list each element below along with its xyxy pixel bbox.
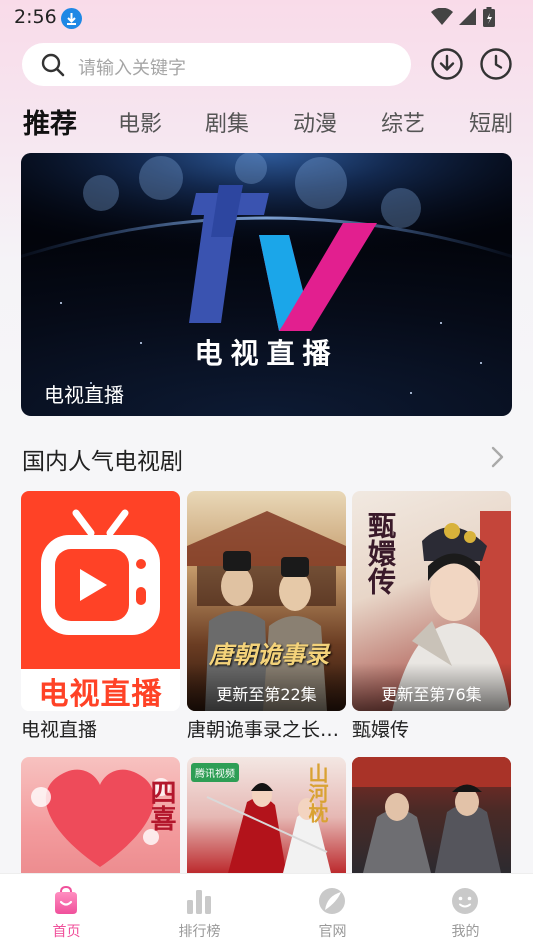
category-tabs: 推荐 电影 剧集 动漫 综艺 短剧 (0, 100, 533, 142)
poster-live-tv: 电视直播 (21, 491, 180, 711)
live-tv-banner[interactable]: 电视直播 电视直播 (21, 153, 512, 416)
drama-card-partial[interactable] (352, 757, 511, 877)
card-title: 甄嬛传 (352, 719, 410, 741)
nav-ranking-label: 排行榜 (178, 924, 221, 940)
tab-series[interactable]: 剧集 (205, 106, 249, 138)
history-icon[interactable] (479, 47, 513, 81)
tab-variety[interactable]: 综艺 (381, 106, 425, 138)
card-title: 电视直播 (21, 719, 98, 741)
wifi-icon (431, 8, 453, 25)
drama-card-partial[interactable]: 四喜 (21, 757, 180, 877)
tv-logo-artwork (21, 153, 512, 394)
drama-card[interactable]: 电视直播 电视直播 (21, 491, 180, 742)
drama-card[interactable]: 唐朝诡事录 更新至第22集 唐朝诡事录之长… (187, 491, 346, 742)
search-placeholder: 请输入关键字 (78, 58, 186, 79)
tab-anime[interactable]: 动漫 (293, 106, 337, 138)
status-icons (431, 7, 495, 27)
poster-zhen-huan-text: 甄嬛传 (364, 511, 397, 595)
ranking-icon (187, 890, 211, 914)
nav-home[interactable]: 首页 (0, 874, 133, 947)
nav-website-label: 官网 (318, 924, 347, 940)
battery-icon (483, 7, 495, 27)
poster-live-tv-text: 电视直播 (38, 677, 163, 711)
status-time: 2:56 (14, 6, 57, 28)
status-bar: 2:56 (0, 0, 533, 36)
search-icon (41, 53, 65, 77)
card-title: 唐朝诡事录之长… (187, 719, 340, 741)
banner-title: 电视直播 (44, 383, 124, 407)
episode-badge: 更新至第76集 (381, 685, 482, 704)
tab-movie[interactable]: 电影 (118, 106, 162, 138)
drama-card-partial[interactable]: 腾讯视频 山河枕 (187, 757, 346, 877)
home-icon (55, 886, 77, 914)
profile-icon (452, 888, 478, 914)
tab-short-drama[interactable]: 短剧 (469, 106, 513, 138)
episode-badge: 更新至第22集 (216, 685, 317, 704)
banner-logo-caption: 电视直播 (194, 337, 339, 370)
search-input[interactable]: 请输入关键字 (22, 43, 411, 86)
nav-home-label: 首页 (52, 924, 81, 940)
drama-card[interactable]: 甄嬛传 更新至第76集 甄嬛传 (352, 491, 511, 742)
poster-shan-he-text: 山河枕 (305, 763, 329, 823)
poster-four-happiness-text: 四喜 (146, 779, 176, 831)
poster-zhen-huan: 甄嬛传 更新至第76集 (352, 491, 511, 711)
source-tag: 腾讯视频 (191, 763, 239, 782)
download-notification-icon (61, 8, 82, 29)
tab-recommend[interactable]: 推荐 (23, 102, 77, 141)
poster-tang-dynasty: 唐朝诡事录 更新至第22集 (187, 491, 346, 711)
nav-profile[interactable]: 我的 (399, 874, 532, 947)
signal-icon (459, 8, 476, 25)
nav-website[interactable]: 官网 (266, 874, 399, 947)
nav-ranking[interactable]: 排行榜 (133, 874, 266, 947)
bottom-nav: 首页 排行榜 官网 我的 (0, 873, 533, 947)
section-title: 国内人气电视剧 (22, 449, 183, 475)
chevron-right-icon[interactable] (490, 446, 504, 468)
website-icon (319, 888, 345, 914)
download-icon[interactable] (430, 47, 464, 81)
nav-profile-label: 我的 (451, 924, 480, 940)
